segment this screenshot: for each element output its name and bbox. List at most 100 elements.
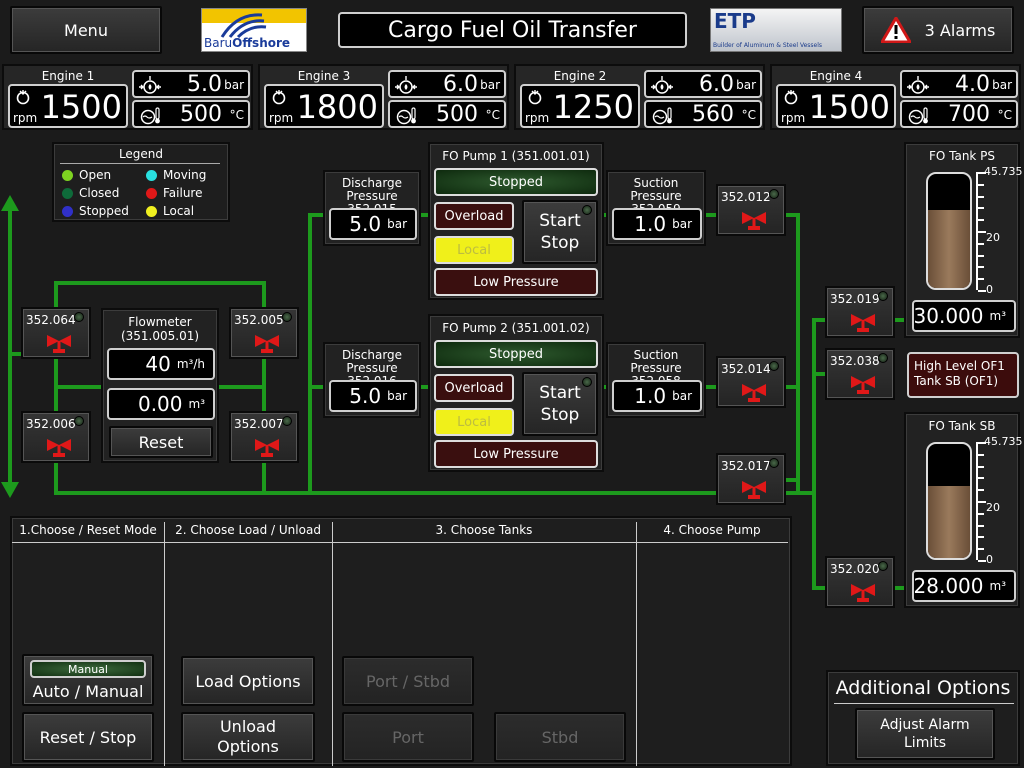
engine-temp-unit: °C — [997, 108, 1012, 122]
etp-logo: ETP Builder of Aluminum & Steel Vessels — [710, 8, 842, 52]
legend-color-dot — [146, 205, 157, 217]
valve-352.038[interactable]: 352.038 — [825, 348, 895, 400]
pump-low-pressure-indicator: Low Pressure — [434, 440, 598, 468]
legend-item: Closed — [62, 186, 119, 200]
valve-label: 352.007 — [234, 417, 284, 431]
engine-rpm-display: 1250 rpm — [520, 84, 640, 128]
auto-manual-button[interactable]: Manual Auto / Manual — [22, 654, 154, 706]
temperature-icon — [394, 105, 418, 125]
oil-pressure-icon — [906, 75, 930, 95]
valve-352.006[interactable]: 352.006 — [21, 411, 91, 463]
rpm-icon — [271, 89, 287, 105]
valve-label: 352.012 — [721, 190, 771, 204]
legend-item: Failure — [146, 186, 202, 200]
menu-button[interactable]: Menu — [10, 6, 162, 54]
engine-rpm-unit: rpm — [781, 111, 806, 125]
engine-pressure-unit: bar — [480, 78, 500, 92]
legend-color-dot — [62, 205, 73, 217]
legend-label: Local — [163, 204, 195, 218]
valve-352.020[interactable]: 352.020 — [825, 556, 895, 608]
valve-label: 352.006 — [26, 417, 76, 431]
pipe-h — [812, 372, 826, 376]
engine-pressure-unit: bar — [992, 78, 1012, 92]
legend-label: Closed — [79, 186, 120, 200]
pump-start-stop-button[interactable]: Start Stop — [522, 372, 598, 436]
valve-352.012[interactable]: 352.012 — [716, 184, 786, 236]
legend-label: Failure — [163, 186, 203, 200]
tank-level-fill — [928, 210, 970, 288]
legend-panel: Legend Open Moving Closed Failure Stopped Loc… — [52, 142, 230, 222]
step-2-label: 2. Choose Load / Unload — [175, 523, 321, 537]
alarms-label: 3 Alarms — [924, 20, 996, 40]
unload-line2: Options — [217, 737, 279, 756]
legend-item: Stopped — [62, 204, 129, 218]
valve-label: 352.017 — [721, 459, 771, 473]
engine-rpm-value: 1800 — [296, 88, 378, 126]
valve-icon — [849, 578, 877, 604]
engine-panel: Engine 4 1500 rpm 4.0 bar 700 °C — [770, 64, 1021, 130]
valve-352.019[interactable]: 352.019 — [825, 286, 895, 338]
valve-352.017[interactable]: 352.017 — [716, 453, 786, 505]
valve-status-led — [74, 416, 84, 426]
valve-status-led — [282, 312, 292, 322]
tank-volume-value: 28.000 — [913, 574, 984, 598]
legend-item: Open — [62, 168, 111, 182]
reset-stop-button[interactable]: Reset / Stop — [22, 712, 154, 762]
flowmeter-reset-button[interactable]: Reset — [109, 426, 213, 458]
engine-rpm-unit: rpm — [13, 111, 38, 125]
baru-offshore-logo: BaruOffshore — [201, 8, 307, 52]
valve-352.007[interactable]: 352.007 — [229, 411, 299, 463]
tank-volume-display: 28.000 m³ — [912, 570, 1016, 602]
engine-pressure-display: 4.0 bar — [900, 70, 1018, 98]
valve-352.064[interactable]: 352.064 — [21, 307, 91, 359]
engine-temp-unit: °C — [741, 108, 756, 122]
suction-value: 1.0 — [634, 212, 667, 236]
engine-temp-display: 500 °C — [132, 100, 250, 128]
port-stbd-button[interactable]: Port / Stbd — [342, 656, 474, 706]
pump-start-stop-button[interactable]: Start Stop — [522, 200, 598, 264]
load-options-button[interactable]: Load Options — [181, 656, 315, 706]
tank-level-gauge — [926, 442, 972, 560]
pump-title: FO Pump 2 (351.001.02) — [442, 321, 590, 335]
adjust-alarm-limits-button[interactable]: Adjust Alarm Limits — [855, 708, 995, 760]
port-button[interactable]: Port — [342, 712, 474, 762]
suction-display: 1.0 bar — [612, 380, 702, 412]
legend-color-dot — [62, 169, 73, 181]
logo1-text-a: Baru — [204, 36, 233, 50]
engine-temp-display: 500 °C — [388, 100, 506, 128]
flowmeter-total-unit: m³ — [188, 397, 206, 411]
engine-pressure-unit: bar — [224, 78, 244, 92]
suction-display: 1.0 bar — [612, 208, 702, 240]
pipe-h — [784, 478, 800, 482]
valve-label: 352.005 — [234, 313, 284, 327]
tank-volume-display: 30.000 m³ — [912, 300, 1016, 332]
valve-352.014[interactable]: 352.014 — [716, 356, 786, 408]
engine-pressure-value: 5.0 — [187, 72, 222, 97]
tank-scale-max: 45.735 — [984, 435, 1023, 448]
legend-color-dot — [146, 187, 157, 199]
unload-options-button[interactable]: Unload Options — [181, 712, 315, 762]
tank-scale-mid: 20 — [986, 231, 1000, 244]
pump-stop-label: Stop — [540, 405, 580, 425]
flowmeter-rate-unit: m³/h — [176, 357, 205, 371]
pump-status-indicator: Stopped — [434, 340, 598, 368]
suction-label: Suction Pressure — [630, 348, 682, 375]
pump-local-indicator: Local — [434, 408, 514, 436]
discharge-value: 5.0 — [349, 212, 382, 236]
arrow-up-icon — [1, 195, 19, 211]
engine-temp-display: 560 °C — [644, 100, 762, 128]
pump-title: FO Pump 1 (351.001.01) — [442, 149, 590, 163]
legend-item: Local — [146, 204, 194, 218]
stbd-button[interactable]: Stbd — [494, 712, 626, 762]
valve-352.005[interactable]: 352.005 — [229, 307, 299, 359]
step-1-label: 1.Choose / Reset Mode — [19, 523, 157, 537]
alarms-button[interactable]: 3 Alarms — [862, 6, 1014, 54]
discharge-value: 5.0 — [349, 384, 382, 408]
pipe-h-bottom — [54, 491, 799, 495]
flowmeter-rate-value: 40 — [145, 352, 171, 376]
tank-level-fill — [928, 486, 970, 558]
temperature-icon — [138, 105, 162, 125]
engine-rpm-value: 1500 — [40, 88, 122, 126]
discharge-pressure-panel: DischargePressure 352.0165.0bar — [323, 342, 421, 418]
engine-temp-value: 700 — [948, 102, 990, 127]
